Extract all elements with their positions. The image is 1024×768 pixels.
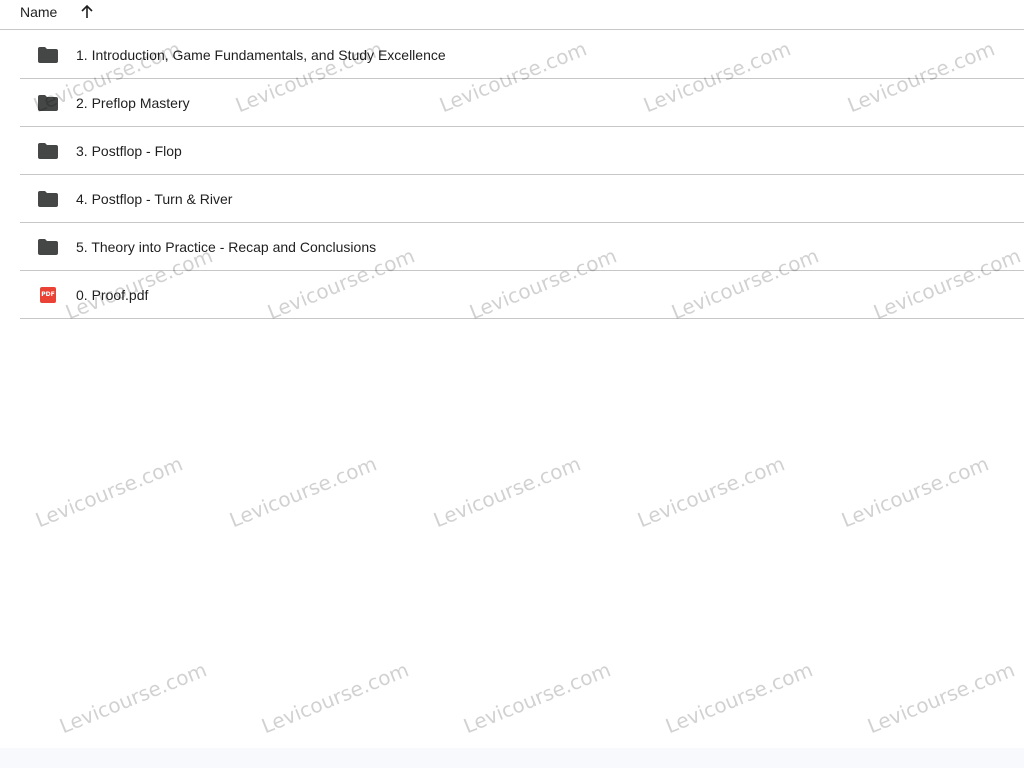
watermark-text: Levicourse.com [634, 451, 789, 533]
list-item-folder-1[interactable]: 1. Introduction, Game Fundamentals, and … [20, 31, 1024, 79]
watermark-text: Levicourse.com [56, 657, 211, 739]
list-item-folder-3[interactable]: 3. Postflop - Flop [20, 127, 1024, 175]
arrow-up-icon[interactable] [79, 4, 95, 20]
list-header: Name [0, 0, 1024, 30]
watermark-text: Levicourse.com [838, 451, 993, 533]
list-item-folder-5[interactable]: 5. Theory into Practice - Recap and Conc… [20, 223, 1024, 271]
folder-icon [38, 93, 58, 113]
item-label: 3. Postflop - Flop [76, 142, 182, 159]
folder-icon [38, 45, 58, 65]
file-list: 1. Introduction, Game Fundamentals, and … [20, 31, 1024, 319]
folder-icon [38, 189, 58, 209]
watermark-text: Levicourse.com [226, 451, 381, 533]
item-label: 5. Theory into Practice - Recap and Conc… [76, 238, 377, 255]
item-label: 2. Preflop Mastery [76, 94, 190, 111]
watermark-text: Levicourse.com [258, 657, 413, 739]
pdf-file-icon: PDF [38, 285, 58, 305]
name-column-label: Name [20, 4, 58, 20]
list-item-folder-2[interactable]: 2. Preflop Mastery [20, 79, 1024, 127]
sort-by-name-button[interactable]: Name [20, 0, 95, 24]
folder-icon [38, 141, 58, 161]
item-label: 4. Postflop - Turn & River [76, 190, 233, 207]
bottom-strip [0, 748, 1024, 768]
pdf-badge: PDF [40, 286, 56, 303]
list-item-pdf[interactable]: PDF 0. Proof.pdf [20, 271, 1024, 319]
watermark-text: Levicourse.com [864, 657, 1019, 739]
item-label: 1. Introduction, Game Fundamentals, and … [76, 46, 446, 63]
watermark-text: Levicourse.com [460, 657, 615, 739]
watermark-text: Levicourse.com [32, 451, 187, 533]
watermark-text: Levicourse.com [430, 451, 585, 533]
item-label: 0. Proof.pdf [76, 286, 149, 303]
watermark-text: Levicourse.com [662, 657, 817, 739]
list-item-folder-4[interactable]: 4. Postflop - Turn & River [20, 175, 1024, 223]
folder-icon [38, 237, 58, 257]
